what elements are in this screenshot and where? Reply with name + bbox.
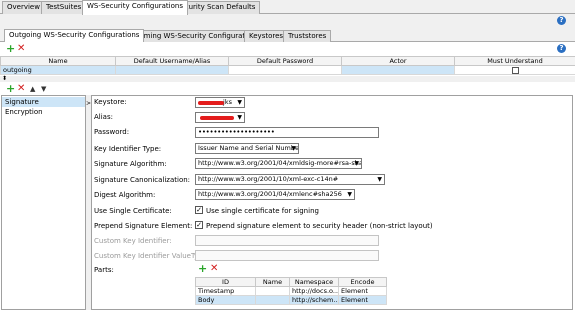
- chevron-down-icon: ▼: [377, 176, 382, 183]
- digest-label: Digest Algorithm:: [94, 191, 156, 199]
- sig-canon-value: http://www.w3.org/2001/10/xml-exc-c14n#: [198, 175, 339, 183]
- digest-select[interactable]: http://www.w3.org/2001/04/xmlenc#sha256 …: [195, 189, 355, 200]
- parts-table: ID Name Namespace Encode Timestamp http:…: [195, 277, 387, 305]
- chevron-down-icon: ▼: [354, 160, 359, 167]
- col-header-actor[interactable]: Actor: [341, 56, 455, 66]
- outgoing-config-table: Name Default Username/Alias Default Pass…: [0, 56, 575, 75]
- sig-alg-value: http://www.w3.org/2001/04/xmldsig-more#r…: [198, 159, 362, 167]
- col-header-must-understand[interactable]: Must Understand: [454, 56, 575, 66]
- move-up-icon[interactable]: ▲: [30, 84, 35, 94]
- single-cert-checkbox[interactable]: ✓: [195, 206, 203, 214]
- subtab-outgoing[interactable]: Outgoing WS-Security Configurations: [4, 29, 145, 42]
- tab-ws-security-configurations[interactable]: WS-Security Configurations: [82, 0, 188, 15]
- part-namespace[interactable]: http://docs.o...: [289, 286, 339, 296]
- keystore-label: Keystore:: [94, 98, 127, 106]
- part-id[interactable]: Body: [195, 295, 256, 305]
- col-header-password[interactable]: Default Password: [228, 56, 342, 66]
- custom-key-valuetype-label: Custom Key Identifier ValueType:: [94, 252, 210, 260]
- main-tab-bar: Overview TestSuites WS-Security Configur…: [0, 0, 575, 15]
- cell-must-understand[interactable]: [454, 65, 575, 75]
- part-name[interactable]: [255, 295, 290, 305]
- table-row[interactable]: Timestamp http://docs.o... Element: [195, 286, 387, 296]
- parts-col-namespace[interactable]: Namespace: [289, 277, 339, 287]
- chevron-down-icon: ▼: [291, 145, 296, 152]
- key-identifier-value: Issuer Name and Serial Number: [198, 144, 299, 152]
- part-encode[interactable]: Element: [338, 286, 387, 296]
- chevron-down-icon: ▼: [237, 114, 242, 121]
- add-part-icon[interactable]: +: [198, 263, 207, 274]
- key-identifier-select[interactable]: Issuer Name and Serial Number ▼: [195, 143, 299, 154]
- password-field[interactable]: ••••••••••••••••••••: [195, 127, 379, 138]
- parts-label: Parts:: [94, 266, 114, 274]
- redaction-mark: [198, 101, 224, 105]
- help-icon[interactable]: ?: [557, 16, 566, 25]
- password-label: Password:: [94, 128, 130, 136]
- prepend-checkbox[interactable]: ✓: [195, 221, 203, 229]
- prepend-label: Prepend Signature Element:: [94, 222, 193, 230]
- subtab-keystores[interactable]: Keystores: [244, 30, 289, 42]
- add-entry-icon[interactable]: +: [6, 83, 15, 94]
- list-item-encryption[interactable]: Encryption: [5, 108, 43, 117]
- sig-alg-select[interactable]: http://www.w3.org/2001/04/xmldsig-more#r…: [195, 158, 362, 169]
- entries-list: Signature Encryption: [1, 95, 86, 310]
- part-namespace[interactable]: http://schem...: [289, 295, 339, 305]
- redaction-mark: [200, 116, 234, 120]
- remove-part-icon[interactable]: ✕: [210, 264, 218, 274]
- key-identifier-label: Key Identifier Type:: [94, 145, 162, 153]
- parts-col-name[interactable]: Name: [255, 277, 290, 287]
- splitter-icon[interactable]: ⬍: [2, 75, 7, 82]
- chevron-down-icon: ▼: [347, 191, 352, 198]
- sig-canon-label: Signature Canonicalization:: [94, 176, 191, 184]
- table-row[interactable]: outgoing: [0, 65, 575, 75]
- table-row[interactable]: Body http://schem... Element: [195, 295, 387, 305]
- remove-config-icon[interactable]: ✕: [17, 44, 25, 54]
- part-encode[interactable]: Element: [338, 295, 387, 305]
- help-icon-2[interactable]: ?: [557, 44, 566, 53]
- digest-value: http://www.w3.org/2001/04/xmlenc#sha256: [198, 190, 342, 198]
- single-cert-text: Use single certificate for signing: [206, 207, 319, 215]
- must-understand-checkbox[interactable]: [511, 66, 519, 74]
- chevron-down-icon: ▼: [237, 99, 242, 106]
- keystore-value: jks: [223, 98, 232, 106]
- remove-entry-icon[interactable]: ✕: [17, 84, 25, 94]
- subtab-truststores[interactable]: Truststores: [283, 30, 332, 42]
- part-id[interactable]: Timestamp: [195, 286, 256, 296]
- splitter[interactable]: [0, 76, 575, 82]
- single-cert-label: Use Single Certificate:: [94, 207, 172, 215]
- cell-password[interactable]: [228, 65, 342, 75]
- tab-testsuites[interactable]: TestSuites: [41, 1, 87, 14]
- parts-col-id[interactable]: ID: [195, 277, 256, 287]
- col-header-name[interactable]: Name: [0, 56, 116, 66]
- move-down-icon[interactable]: ▼: [41, 84, 46, 94]
- custom-key-field[interactable]: [195, 235, 379, 246]
- list-item-signature[interactable]: Signature: [5, 98, 39, 107]
- cell-username[interactable]: [115, 65, 229, 75]
- sig-alg-label: Signature Algorithm:: [94, 160, 167, 168]
- custom-key-label: Custom Key Identifier:: [94, 237, 172, 245]
- tab-overview[interactable]: Overview: [2, 1, 45, 14]
- col-header-username[interactable]: Default Username/Alias: [115, 56, 229, 66]
- parts-col-encode[interactable]: Encode: [338, 277, 387, 287]
- prepend-text: Prepend signature element to security he…: [206, 222, 433, 230]
- alias-label: Alias:: [94, 113, 113, 121]
- add-config-icon[interactable]: +: [6, 43, 15, 54]
- part-name[interactable]: [255, 286, 290, 296]
- custom-key-valuetype-field[interactable]: [195, 250, 379, 261]
- cell-actor[interactable]: [341, 65, 455, 75]
- sub-tab-bar: Outgoing WS-Security Configurations Inco…: [0, 29, 575, 42]
- cell-name[interactable]: outgoing: [0, 65, 116, 75]
- sig-canon-select[interactable]: http://www.w3.org/2001/10/xml-exc-c14n# …: [195, 174, 385, 185]
